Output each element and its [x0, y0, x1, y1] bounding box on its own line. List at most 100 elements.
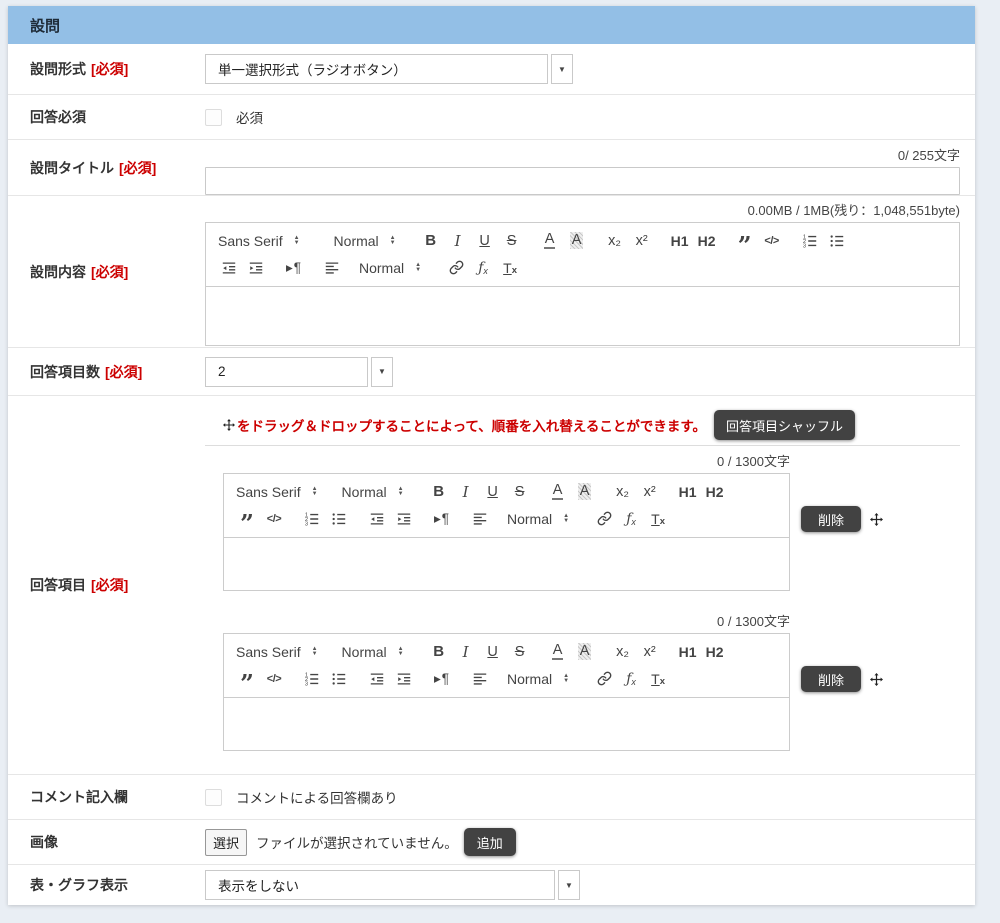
italic-icon[interactable]: I — [455, 481, 477, 503]
font-picker[interactable]: Sans Serif — [218, 233, 300, 249]
ordered-list-icon[interactable]: 123 — [301, 668, 323, 690]
indent-icon[interactable] — [393, 668, 415, 690]
underline-icon[interactable]: U — [474, 230, 496, 252]
link-icon[interactable] — [593, 508, 615, 530]
question-type-select-value[interactable]: 単一選択形式（ラジオボタン） — [205, 54, 548, 84]
bullet-list-icon[interactable] — [826, 230, 848, 252]
shuffle-button[interactable]: 回答項目シャッフル — [714, 410, 855, 440]
answer-count-select-arrow[interactable] — [371, 357, 393, 387]
add-image-button[interactable]: 追加 — [464, 828, 516, 856]
code-block-icon[interactable] — [761, 230, 783, 252]
align-icon[interactable] — [469, 668, 491, 690]
delete-button[interactable]: 削除 — [801, 666, 861, 692]
question-type-select-arrow[interactable] — [551, 54, 573, 84]
italic-icon[interactable]: I — [447, 230, 469, 252]
link-icon[interactable] — [593, 668, 615, 690]
superscript-icon[interactable]: x² — [639, 641, 661, 663]
section-header: 設問 — [8, 6, 975, 44]
code-block-icon[interactable] — [263, 508, 285, 530]
clean-format-icon[interactable] — [647, 668, 669, 690]
size-picker[interactable]: Normal — [342, 484, 404, 500]
formula-icon[interactable] — [620, 668, 642, 690]
align-icon[interactable] — [469, 508, 491, 530]
ordered-list-icon[interactable]: 123 — [301, 508, 323, 530]
chart-display-select-arrow[interactable] — [558, 870, 580, 900]
superscript-icon[interactable]: x² — [639, 481, 661, 503]
background-color-icon[interactable]: A — [566, 230, 588, 252]
required-badge: [必須] — [119, 158, 156, 178]
updown-arrows-icon — [294, 236, 300, 246]
bullet-list-icon[interactable] — [328, 508, 350, 530]
size-picker[interactable]: Normal — [334, 233, 396, 249]
chart-display-select: 表示をしない — [205, 870, 580, 900]
outdent-icon[interactable] — [218, 257, 240, 279]
chart-display-select-value[interactable]: 表示をしない — [205, 870, 555, 900]
bullet-list-icon[interactable] — [328, 668, 350, 690]
text-color-icon[interactable]: A — [539, 230, 561, 252]
strike-icon[interactable]: S — [509, 481, 531, 503]
line-height-picker[interactable]: Normal — [507, 511, 569, 527]
question-body-editor-area[interactable] — [206, 287, 959, 345]
svg-text:3: 3 — [305, 681, 308, 687]
answer-required-checkbox-label: 必須 — [236, 107, 263, 127]
bold-icon[interactable]: B — [428, 641, 450, 663]
strike-icon[interactable]: S — [509, 641, 531, 663]
strike-icon[interactable]: S — [501, 230, 523, 252]
font-picker[interactable]: Sans Serif — [236, 484, 318, 500]
comment-checkbox[interactable] — [205, 789, 222, 806]
underline-icon[interactable]: U — [482, 481, 504, 503]
answer-count-select-value[interactable]: 2 — [205, 357, 368, 387]
subscript-icon[interactable]: x₂ — [612, 481, 634, 503]
row-question-body: 設問内容 [必須] 0.00MB / 1MB(残り：1,048,551byte)… — [8, 196, 975, 348]
header1-icon[interactable]: H1 — [669, 230, 691, 252]
indent-icon[interactable] — [245, 257, 267, 279]
line-height-picker[interactable]: Normal — [507, 671, 569, 687]
clean-format-icon[interactable] — [647, 508, 669, 530]
blockquote-icon[interactable] — [236, 508, 258, 530]
header2-icon[interactable]: H2 — [704, 641, 726, 663]
answer-item-editor-area[interactable] — [224, 698, 789, 750]
line-height-picker[interactable]: Normal — [359, 260, 421, 276]
background-color-icon[interactable]: A — [574, 481, 596, 503]
size-picker[interactable]: Normal — [342, 644, 404, 660]
header2-icon[interactable]: H2 — [696, 230, 718, 252]
answer-required-label: 回答必須 — [30, 107, 86, 127]
align-icon[interactable] — [321, 257, 343, 279]
code-block-icon[interactable] — [263, 668, 285, 690]
clean-format-icon[interactable] — [499, 257, 521, 279]
answer-item-editor-area[interactable] — [224, 538, 789, 590]
drag-drop-instruction: をドラッグ＆ドロップすることによって、順番を入れ替えることができます。 — [237, 415, 706, 435]
background-color-icon[interactable]: A — [574, 641, 596, 663]
font-picker[interactable]: Sans Serif — [236, 644, 318, 660]
text-color-icon[interactable]: A — [547, 641, 569, 663]
header1-icon[interactable]: H1 — [677, 641, 699, 663]
text-direction-icon[interactable] — [431, 508, 453, 530]
formula-icon[interactable] — [620, 508, 642, 530]
drag-handle-icon[interactable] — [870, 513, 883, 526]
blockquote-icon[interactable] — [734, 230, 756, 252]
ordered-list-icon[interactable]: 123 — [799, 230, 821, 252]
delete-button[interactable]: 削除 — [801, 506, 861, 532]
text-direction-icon[interactable] — [283, 257, 305, 279]
blockquote-icon[interactable] — [236, 668, 258, 690]
question-title-input[interactable] — [205, 167, 960, 195]
header2-icon[interactable]: H2 — [704, 481, 726, 503]
formula-icon[interactable] — [472, 257, 494, 279]
subscript-icon[interactable]: x₂ — [604, 230, 626, 252]
link-icon[interactable] — [445, 257, 467, 279]
text-color-icon[interactable]: A — [547, 481, 569, 503]
superscript-icon[interactable]: x² — [631, 230, 653, 252]
file-select-button[interactable]: 選択 — [205, 829, 247, 856]
bold-icon[interactable]: B — [428, 481, 450, 503]
subscript-icon[interactable]: x₂ — [612, 641, 634, 663]
indent-icon[interactable] — [393, 508, 415, 530]
italic-icon[interactable]: I — [455, 641, 477, 663]
drag-handle-icon[interactable] — [870, 673, 883, 686]
outdent-icon[interactable] — [366, 668, 388, 690]
underline-icon[interactable]: U — [482, 641, 504, 663]
bold-icon[interactable]: B — [420, 230, 442, 252]
text-direction-icon[interactable] — [431, 668, 453, 690]
header1-icon[interactable]: H1 — [677, 481, 699, 503]
outdent-icon[interactable] — [366, 508, 388, 530]
answer-required-checkbox[interactable] — [205, 109, 222, 126]
